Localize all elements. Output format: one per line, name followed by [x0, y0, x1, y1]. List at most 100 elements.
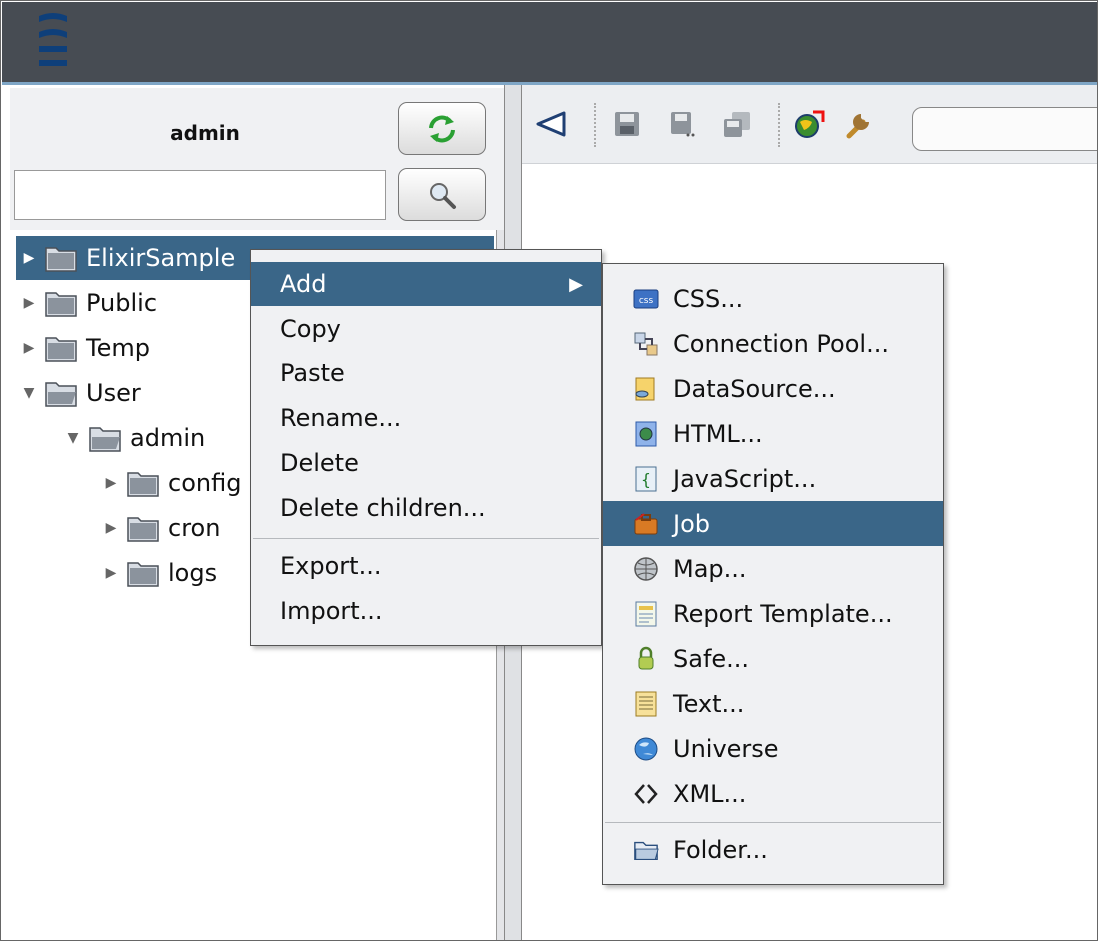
submenu-item-map[interactable]: Map... — [603, 546, 943, 591]
xml-icon — [633, 781, 659, 807]
save-as-button[interactable] — [664, 105, 702, 143]
menu-item-label: Export... — [280, 552, 382, 580]
universe-icon — [633, 736, 659, 762]
tree-item-temp[interactable]: ▶ Temp — [16, 326, 150, 370]
submenu-item-text[interactable]: Text... — [603, 681, 943, 726]
submenu-item-connection-pool[interactable]: Connection Pool... — [603, 321, 943, 366]
tree-item-public[interactable]: ▶ Public — [16, 281, 157, 325]
menu-item-label: Copy — [280, 315, 341, 343]
safe-lock-icon — [633, 646, 659, 672]
submenu-item-datasource[interactable]: DataSource... — [603, 366, 943, 411]
context-menu: Add ▶ Copy Paste Rename... Delete Delete… — [250, 249, 602, 646]
menu-item-import[interactable]: Import... — [251, 589, 601, 633]
menu-item-delete-children[interactable]: Delete children... — [251, 486, 601, 530]
tree-item-admin[interactable]: ▼ admin — [60, 416, 206, 460]
expand-arrow-icon[interactable]: ▶ — [104, 520, 118, 536]
submenu-item-html[interactable]: HTML... — [603, 411, 943, 456]
back-button[interactable] — [532, 105, 570, 143]
submenu-item-css[interactable]: css CSS... — [603, 276, 943, 321]
search-icon — [430, 182, 456, 209]
save-all-button[interactable] — [718, 105, 756, 143]
submenu-arrow-icon: ▶ — [569, 273, 583, 295]
menu-item-paste[interactable]: Paste — [251, 351, 601, 395]
folder-icon — [127, 517, 159, 542]
globe-arrow-icon — [795, 110, 825, 138]
tree-item-label: User — [86, 379, 141, 407]
report-template-icon — [633, 601, 659, 627]
submenu-item-job[interactable]: Job — [603, 501, 943, 546]
menu-item-label: Delete — [280, 449, 359, 477]
refresh-icon — [429, 115, 455, 142]
expand-arrow-icon[interactable]: ▶ — [22, 340, 36, 356]
submenu-item-label: Folder... — [673, 835, 768, 864]
map-globe-icon — [633, 556, 659, 582]
submenu-item-label: XML... — [673, 779, 747, 808]
menu-item-label: Delete children... — [280, 494, 486, 522]
folder-icon — [45, 337, 77, 362]
tree-item-label: cron — [168, 514, 221, 542]
collapse-arrow-icon[interactable]: ▼ — [22, 385, 36, 401]
menu-item-rename[interactable]: Rename... — [251, 396, 601, 440]
submenu-item-label: Report Template... — [673, 599, 893, 628]
submenu-item-label: CSS... — [673, 284, 744, 313]
app-logo-icon — [39, 13, 67, 66]
submenu-item-label: Text... — [673, 689, 745, 718]
tree-item-label: admin — [130, 424, 206, 452]
submenu-item-label: Connection Pool... — [673, 329, 889, 358]
expand-arrow-icon[interactable]: ▶ — [104, 475, 118, 491]
submenu-item-safe[interactable]: Safe... — [603, 636, 943, 681]
menu-item-copy[interactable]: Copy — [251, 307, 601, 351]
tree-item-logs[interactable]: ▶ logs — [98, 551, 217, 595]
save-button[interactable] — [608, 105, 646, 143]
tools-button[interactable] — [840, 105, 878, 143]
tree-item-label: config — [168, 469, 242, 497]
tree-item-label: Public — [86, 289, 158, 317]
search-button[interactable] — [398, 168, 486, 221]
expand-arrow-icon[interactable]: ▶ — [104, 565, 118, 581]
tree-item-config[interactable]: ▶ config — [98, 461, 242, 505]
editor-toolbar — [522, 85, 1097, 164]
submenu-item-javascript[interactable]: { JavaScript... — [603, 456, 943, 501]
menu-item-add[interactable]: Add ▶ — [251, 262, 601, 306]
javascript-icon: { — [633, 466, 659, 492]
menu-item-export[interactable]: Export... — [251, 544, 601, 588]
datasource-icon — [633, 376, 659, 402]
svg-text:{: { — [641, 470, 651, 489]
submenu-item-label: Map... — [673, 554, 747, 583]
expand-arrow-icon[interactable]: ▶ — [22, 250, 36, 266]
collapse-arrow-icon[interactable]: ▼ — [66, 430, 80, 446]
html-icon — [633, 421, 659, 447]
menu-item-delete[interactable]: Delete — [251, 441, 601, 485]
save-disk-icon — [615, 112, 639, 136]
menu-item-label: Rename... — [280, 404, 402, 432]
add-submenu: css CSS... Connection Pool... DataSource… — [602, 263, 944, 885]
tree-item-label: logs — [168, 559, 218, 587]
save-as-disk-icon — [671, 112, 695, 137]
submenu-item-report-template[interactable]: Report Template... — [603, 591, 943, 636]
submenu-item-universe[interactable]: Universe — [603, 726, 943, 771]
publish-button[interactable] — [790, 105, 828, 143]
back-triangle-icon — [536, 111, 566, 137]
menu-separator — [605, 822, 941, 823]
submenu-item-label: Job — [673, 509, 710, 538]
refresh-button[interactable] — [398, 102, 486, 155]
submenu-item-xml[interactable]: XML... — [603, 771, 943, 816]
search-input[interactable] — [14, 170, 386, 220]
connection-pool-icon — [633, 331, 659, 357]
submenu-item-folder[interactable]: Folder... — [603, 827, 943, 872]
job-briefcase-icon — [633, 511, 659, 537]
folder-icon — [127, 562, 159, 587]
folder-icon — [127, 472, 159, 497]
tree-item-cron[interactable]: ▶ cron — [98, 506, 221, 550]
toolbar-separator — [594, 103, 596, 147]
application-window: admin ▶ ElixirSample ▶ Public ▶ Temp ▼ U… — [0, 0, 1098, 941]
tree-item-user[interactable]: ▼ User — [16, 371, 141, 415]
folder-icon — [45, 292, 77, 317]
expand-arrow-icon[interactable]: ▶ — [22, 295, 36, 311]
submenu-item-label: DataSource... — [673, 374, 836, 403]
toolbar-input[interactable] — [912, 107, 1097, 151]
submenu-item-label: JavaScript... — [673, 464, 817, 493]
menu-item-label: Import... — [280, 597, 383, 625]
save-all-disks-icon — [724, 112, 750, 137]
toolbar-separator — [778, 103, 780, 147]
